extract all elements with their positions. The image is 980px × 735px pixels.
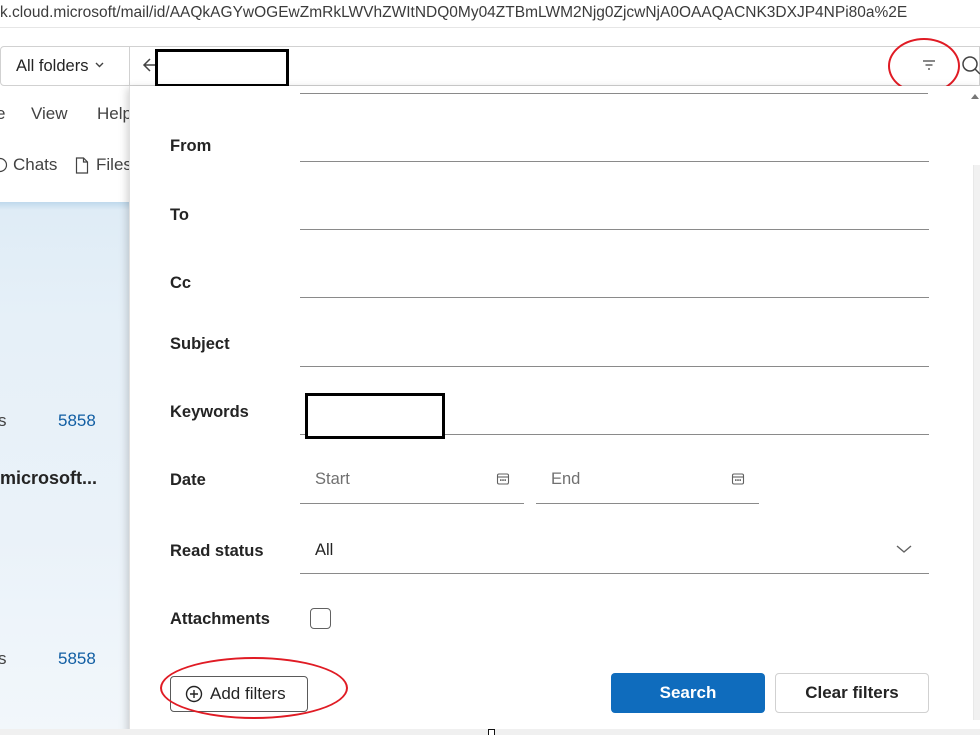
date-start-underline	[300, 503, 524, 504]
date-label: Date	[170, 471, 206, 489]
tab-chats[interactable]: Chats	[0, 155, 57, 175]
text-cursor-icon	[488, 729, 495, 735]
tab-files[interactable]: Files	[75, 155, 132, 175]
date-end-underline	[536, 503, 759, 504]
from-underline	[300, 161, 929, 162]
scroll-up-icon[interactable]	[970, 92, 980, 100]
unread-count: 5858	[58, 649, 96, 668]
divider	[300, 93, 928, 94]
unread-count: 5858	[58, 411, 96, 430]
folder-scope-label: All folders	[16, 56, 89, 75]
from-label: From	[170, 137, 212, 155]
message-sender[interactable]: microsoft...	[0, 468, 97, 489]
menu-item-home[interactable]: e	[0, 104, 5, 124]
menu-item-help[interactable]: Help	[97, 104, 132, 124]
folder-name-cut[interactable]: s	[0, 411, 7, 431]
browser-address-bar[interactable]: k.cloud.microsoft/mail/id/AAQkAGYwOGEwZm…	[0, 0, 980, 28]
date-end-input[interactable]: End	[551, 470, 580, 489]
attachments-checkbox[interactable]	[310, 608, 331, 629]
chevron-down-icon[interactable]	[894, 542, 914, 556]
subject-label: Subject	[170, 335, 230, 353]
search-button[interactable]: Search	[611, 673, 765, 713]
menu-item-view[interactable]: View	[31, 104, 68, 124]
read-status-underline	[300, 573, 929, 574]
subject-underline	[300, 366, 929, 367]
outlook-window: k.cloud.microsoft/mail/id/AAQkAGYwOGEwZm…	[0, 0, 980, 735]
from-input[interactable]	[305, 133, 925, 159]
scrollbar[interactable]	[973, 165, 980, 720]
subject-input[interactable]	[305, 337, 925, 363]
tab-files-label: Files	[96, 155, 132, 174]
file-icon	[75, 156, 89, 174]
chat-icon	[0, 157, 8, 173]
ribbon-menu: e View Help	[0, 100, 135, 130]
to-input[interactable]	[305, 201, 925, 227]
clear-filters-label: Clear filters	[805, 683, 899, 702]
cc-input[interactable]	[305, 269, 925, 295]
read-status-label: Read status	[170, 542, 264, 560]
cc-underline	[300, 297, 929, 298]
redacted-search-text	[155, 49, 289, 87]
calendar-icon[interactable]	[731, 472, 745, 486]
search-button-label: Search	[659, 683, 717, 702]
calendar-icon[interactable]	[496, 472, 510, 486]
clear-filters-button[interactable]: Clear filters	[775, 673, 929, 713]
attachments-label: Attachments	[170, 610, 270, 628]
annotation-circle-add-filters	[160, 657, 348, 719]
folder-scope-dropdown[interactable]: All folders	[0, 46, 130, 86]
read-status-dropdown[interactable]: All	[315, 541, 333, 560]
app-tabs: Chats Files	[0, 150, 135, 182]
cc-label: Cc	[170, 274, 192, 292]
redacted-keywords-text	[305, 393, 445, 439]
tab-chats-label: Chats	[13, 155, 58, 174]
chevron-down-icon	[94, 59, 105, 73]
search-icon[interactable]	[960, 54, 980, 76]
folder-name-cut[interactable]: s	[0, 649, 7, 669]
to-label: To	[170, 206, 189, 224]
keywords-label: Keywords	[170, 403, 249, 421]
date-start-input[interactable]: Start	[315, 470, 350, 489]
to-underline	[300, 229, 929, 230]
